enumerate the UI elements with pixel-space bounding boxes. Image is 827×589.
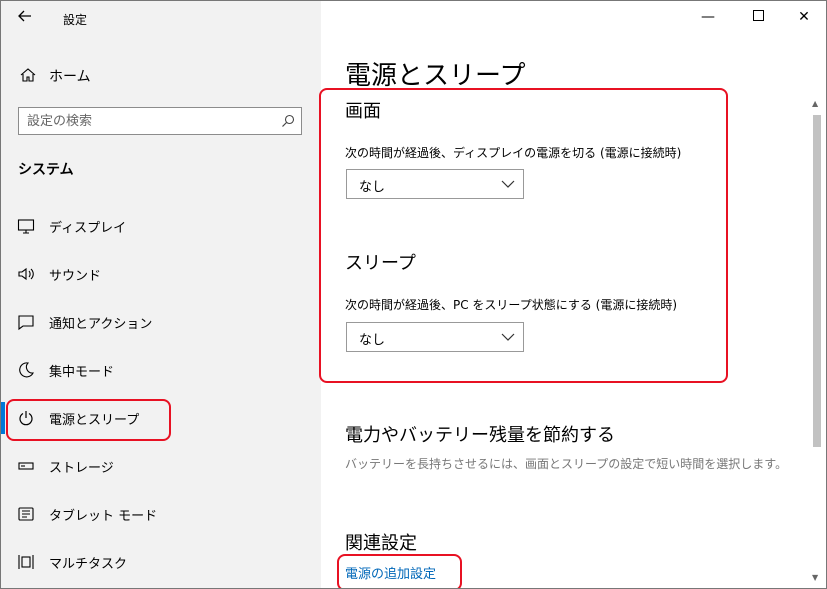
multitask-icon <box>18 555 34 569</box>
moon-icon <box>19 362 34 378</box>
related-settings-heading: 関連設定 <box>345 533 417 554</box>
search-icon[interactable] <box>281 114 295 128</box>
maximize-button[interactable] <box>746 7 770 27</box>
sidebar-item-notifications[interactable]: 通知とアクション <box>11 302 311 342</box>
notification-icon <box>18 315 34 331</box>
window-title: 設定 <box>63 13 88 27</box>
scroll-thumb[interactable] <box>813 115 821 447</box>
minimize-button[interactable]: — <box>696 7 720 27</box>
close-icon: ✕ <box>798 9 810 25</box>
search-box[interactable] <box>18 107 302 135</box>
highlight-annotation-sidebar <box>6 399 171 441</box>
scroll-down-icon[interactable]: ▼ <box>812 573 818 582</box>
sidebar-item-multitasking[interactable]: マルチタスク <box>11 542 311 582</box>
home-label: ホーム <box>49 69 91 85</box>
home-icon <box>20 68 36 82</box>
sidebar-item-sound[interactable]: サウンド <box>11 254 311 294</box>
sidebar-item-tablet-mode[interactable]: タブレット モード <box>11 494 311 534</box>
monitor-icon <box>17 219 35 234</box>
sidebar-item-label: ストレージ <box>49 461 114 476</box>
highlight-annotation-link <box>337 554 462 588</box>
sidebar-item-display[interactable]: ディスプレイ <box>11 206 311 246</box>
settings-window: 設定 ホーム システム ディスプレイ サウンド 通知とアクション 集中モード <box>0 0 827 589</box>
minimize-icon: — <box>701 9 715 25</box>
save-power-description: バッテリーを長持ちさせるには、画面とスリープの設定で短い時間を選択します。 <box>345 457 788 471</box>
page-title: 電源とスリープ <box>345 61 526 91</box>
back-button[interactable] <box>17 8 37 28</box>
sidebar-item-label: ディスプレイ <box>49 221 127 236</box>
save-power-heading: 電力やバッテリー残量を節約する <box>345 425 615 446</box>
search-input[interactable] <box>27 112 267 130</box>
sidebar-item-label: タブレット モード <box>49 509 158 524</box>
sidebar-item-storage[interactable]: ストレージ <box>11 446 311 486</box>
sidebar-item-label: サウンド <box>49 269 102 284</box>
storage-icon <box>18 462 34 470</box>
main-content: — ✕ 電源とスリープ 画面 次の時間が経過後、ディスプレイの電源を切る (電源… <box>319 1 826 588</box>
sidebar: 設定 ホーム システム ディスプレイ サウンド 通知とアクション 集中モード <box>1 1 321 588</box>
section-title: システム <box>18 162 74 178</box>
scroll-up-icon[interactable]: ▲ <box>812 99 818 108</box>
sidebar-item-label: 通知とアクション <box>49 317 153 332</box>
back-arrow-icon <box>18 10 31 22</box>
maximize-icon <box>752 10 764 21</box>
sidebar-item-home[interactable]: ホーム <box>17 63 307 89</box>
sidebar-item-focus[interactable]: 集中モード <box>11 350 311 390</box>
scrollbar[interactable]: ▲ ▼ <box>811 97 823 587</box>
sidebar-item-label: マルチタスク <box>49 557 128 572</box>
tablet-icon <box>18 507 34 521</box>
speaker-icon <box>18 267 34 281</box>
active-indicator <box>1 402 5 434</box>
close-button[interactable]: ✕ <box>792 7 816 27</box>
highlight-annotation-screen-sleep <box>319 88 728 383</box>
sidebar-item-label: 集中モード <box>49 365 115 380</box>
